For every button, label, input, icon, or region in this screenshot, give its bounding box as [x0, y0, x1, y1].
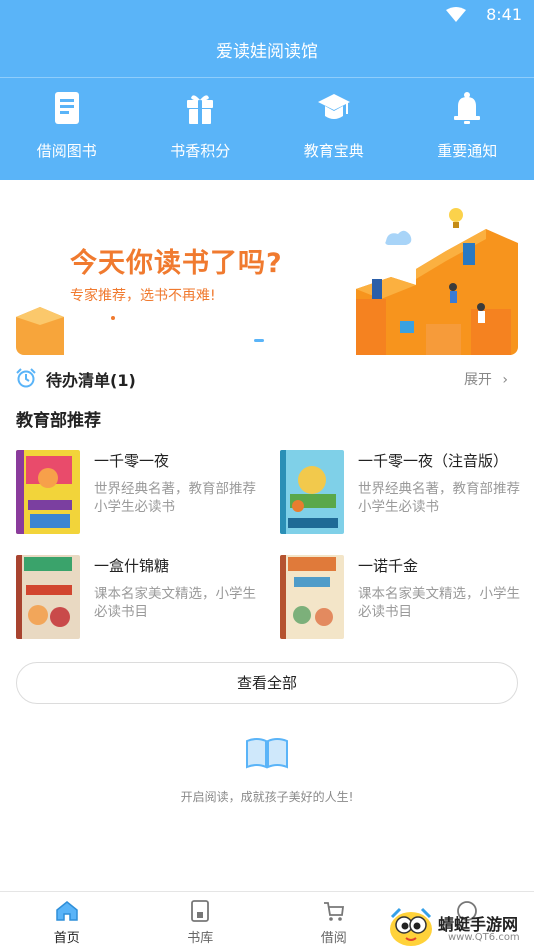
quick-nav-label: 重要通知	[437, 142, 498, 160]
quick-nav-notices[interactable]: 重要通知	[401, 78, 534, 180]
banner-page-indicator	[254, 339, 264, 342]
open-book-icon	[246, 738, 288, 769]
todo-title: 待办清单(1)	[46, 371, 136, 390]
book-card[interactable]: 一诺千金 课本名家美文精选，小学生必读书目	[280, 555, 530, 645]
gift-icon	[187, 95, 214, 124]
view-all-button[interactable]: 查看全部	[16, 662, 518, 704]
book-title: 一诺千金	[358, 557, 419, 575]
home-icon	[56, 901, 78, 921]
tab-label: 书库	[187, 931, 214, 946]
book-card[interactable]: 一盒什锦糖 课本名家美文精选，小学生必读书目	[16, 555, 266, 645]
book-title: 一千零一夜（注音版）	[358, 452, 509, 470]
book-description: 课本名家美文精选，小学生必读书目	[358, 586, 520, 620]
book-title: 一千零一夜	[94, 452, 170, 470]
app-title: 爱读娃阅读馆	[216, 42, 318, 62]
quick-nav-education[interactable]: 教育宝典	[267, 78, 401, 180]
quick-nav: 借阅图书 书香积分 教育宝典 重要通知	[0, 78, 534, 180]
graduation-cap-icon	[317, 94, 350, 119]
app-bar: 爱读娃阅读馆	[0, 30, 534, 77]
status-time: 8:41	[486, 5, 522, 24]
tab-label: 借阅	[320, 931, 347, 946]
quick-nav-label: 教育宝典	[303, 142, 364, 160]
book-title: 一盒什锦糖	[94, 557, 170, 575]
bell-icon	[454, 92, 481, 124]
book-description: 世界经典名著，教育部推荐小学生必读书	[94, 481, 256, 515]
expand-label: 展开	[463, 372, 492, 388]
cart-icon	[323, 902, 344, 921]
expand-button[interactable]: 展开 ›	[464, 369, 508, 389]
book-card[interactable]: 一千零一夜（注音版） 世界经典名著，教育部推荐小学生必读书	[280, 450, 530, 540]
quick-nav-label: 借阅图书	[36, 142, 97, 160]
todo-list-row[interactable]: 待办清单(1) 展开 ›	[16, 364, 518, 394]
tab-borrow[interactable]: 借阅	[267, 892, 401, 949]
promo-banner[interactable]: 今天你读书了吗? 专家推荐，选书不再难!	[16, 199, 518, 355]
watermark: 蜻蜓手游网 www.QT6.com	[386, 905, 534, 949]
book-description: 世界经典名著，教育部推荐小学生必读书	[358, 481, 520, 515]
status-bar: 8:41	[0, 0, 534, 30]
quick-nav-points[interactable]: 书香积分	[134, 78, 268, 180]
quick-nav-label: 书香积分	[170, 142, 231, 160]
section-title: 教育部推荐	[16, 411, 101, 431]
watermark-url: www.QT6.com	[448, 932, 520, 943]
tab-library[interactable]: 书库	[134, 892, 268, 949]
dragonfly-logo	[390, 907, 432, 946]
book-cover-image	[280, 450, 344, 534]
banner-subtitle: 专家推荐，选书不再难!	[70, 288, 216, 304]
book-cover-image	[16, 450, 80, 534]
empty-state-text: 开启阅读，成就孩子美好的人生!	[180, 790, 354, 804]
tab-home[interactable]: 首页	[0, 892, 134, 949]
banner-headline: 今天你读书了吗?	[70, 248, 283, 279]
quick-nav-borrow-books[interactable]: 借阅图书	[0, 78, 134, 180]
book-cover-image	[16, 555, 80, 639]
alarm-clock-icon	[16, 368, 36, 388]
tab-label: 首页	[53, 931, 80, 946]
book-cover-image	[280, 555, 344, 639]
library-icon	[191, 900, 210, 922]
chevron-right-icon: ›	[502, 372, 508, 388]
book-description: 课本名家美文精选，小学生必读书目	[94, 586, 256, 620]
book-card[interactable]: 一千零一夜 世界经典名著，教育部推荐小学生必读书	[16, 450, 266, 540]
wifi-icon	[446, 7, 466, 22]
book-icon	[54, 92, 79, 124]
